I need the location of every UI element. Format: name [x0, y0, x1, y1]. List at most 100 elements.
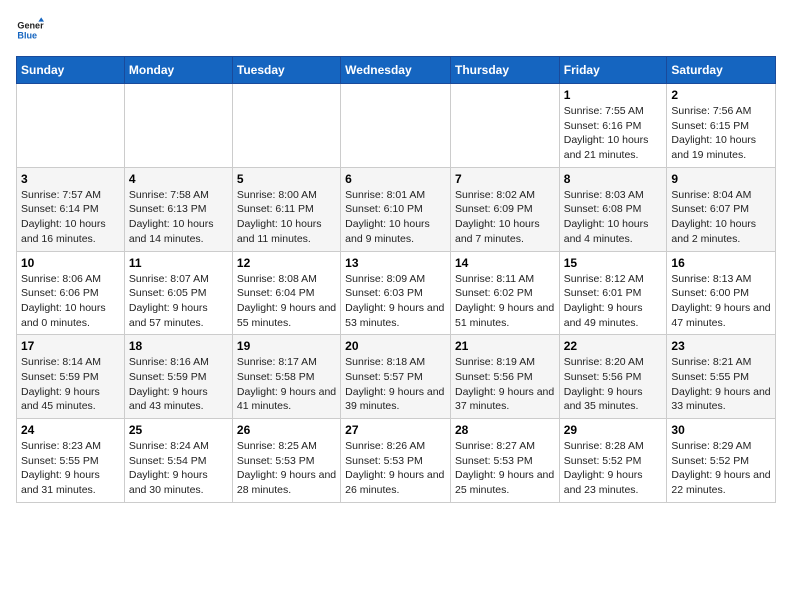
day-info: Sunrise: 8:24 AM Sunset: 5:54 PM Dayligh…	[129, 439, 228, 498]
day-info: Sunrise: 8:19 AM Sunset: 5:56 PM Dayligh…	[455, 355, 555, 414]
calendar-cell-17: 17 Sunrise: 8:14 AM Sunset: 5:59 PM Dayli…	[17, 335, 125, 419]
day-info: Sunrise: 8:01 AM Sunset: 6:10 PM Dayligh…	[345, 188, 446, 247]
day-info: Sunrise: 8:17 AM Sunset: 5:58 PM Dayligh…	[237, 355, 336, 414]
day-number: 5	[237, 172, 336, 186]
day-info: Sunrise: 8:00 AM Sunset: 6:11 PM Dayligh…	[237, 188, 336, 247]
day-info: Sunrise: 8:20 AM Sunset: 5:56 PM Dayligh…	[564, 355, 663, 414]
day-number: 1	[564, 88, 663, 102]
day-info: Sunrise: 8:08 AM Sunset: 6:04 PM Dayligh…	[237, 272, 336, 331]
day-info: Sunrise: 8:13 AM Sunset: 6:00 PM Dayligh…	[671, 272, 771, 331]
day-number: 4	[129, 172, 228, 186]
calendar-cell-14: 14 Sunrise: 8:11 AM Sunset: 6:02 PM Dayli…	[450, 251, 559, 335]
calendar-cell-22: 22 Sunrise: 8:20 AM Sunset: 5:56 PM Dayli…	[559, 335, 667, 419]
calendar-cell-26: 26 Sunrise: 8:25 AM Sunset: 5:53 PM Dayli…	[232, 419, 340, 503]
day-number: 8	[564, 172, 663, 186]
day-info: Sunrise: 8:21 AM Sunset: 5:55 PM Dayligh…	[671, 355, 771, 414]
day-info: Sunrise: 7:55 AM Sunset: 6:16 PM Dayligh…	[564, 104, 663, 163]
calendar-cell-13: 13 Sunrise: 8:09 AM Sunset: 6:03 PM Dayli…	[341, 251, 451, 335]
day-number: 15	[564, 256, 663, 270]
day-info: Sunrise: 8:07 AM Sunset: 6:05 PM Dayligh…	[129, 272, 228, 331]
day-info: Sunrise: 8:29 AM Sunset: 5:52 PM Dayligh…	[671, 439, 771, 498]
day-number: 7	[455, 172, 555, 186]
svg-text:Blue: Blue	[17, 30, 37, 40]
calendar-cell-12: 12 Sunrise: 8:08 AM Sunset: 6:04 PM Dayli…	[232, 251, 340, 335]
calendar-cell-24: 24 Sunrise: 8:23 AM Sunset: 5:55 PM Dayli…	[17, 419, 125, 503]
calendar-cell-empty	[341, 84, 451, 168]
calendar-cell-20: 20 Sunrise: 8:18 AM Sunset: 5:57 PM Dayli…	[341, 335, 451, 419]
calendar-cell-28: 28 Sunrise: 8:27 AM Sunset: 5:53 PM Dayli…	[450, 419, 559, 503]
day-info: Sunrise: 8:28 AM Sunset: 5:52 PM Dayligh…	[564, 439, 663, 498]
calendar-cell-30: 30 Sunrise: 8:29 AM Sunset: 5:52 PM Dayli…	[667, 419, 776, 503]
calendar-cell-5: 5 Sunrise: 8:00 AM Sunset: 6:11 PM Daylig…	[232, 167, 340, 251]
day-number: 21	[455, 339, 555, 353]
day-info: Sunrise: 8:26 AM Sunset: 5:53 PM Dayligh…	[345, 439, 446, 498]
logo: General Blue	[16, 16, 48, 44]
day-info: Sunrise: 8:27 AM Sunset: 5:53 PM Dayligh…	[455, 439, 555, 498]
day-info: Sunrise: 8:14 AM Sunset: 5:59 PM Dayligh…	[21, 355, 120, 414]
day-number: 11	[129, 256, 228, 270]
day-info: Sunrise: 8:23 AM Sunset: 5:55 PM Dayligh…	[21, 439, 120, 498]
day-number: 26	[237, 423, 336, 437]
calendar-cell-empty	[450, 84, 559, 168]
day-number: 20	[345, 339, 446, 353]
calendar-cell-19: 19 Sunrise: 8:17 AM Sunset: 5:58 PM Dayli…	[232, 335, 340, 419]
day-number: 6	[345, 172, 446, 186]
day-info: Sunrise: 7:57 AM Sunset: 6:14 PM Dayligh…	[21, 188, 120, 247]
calendar-cell-27: 27 Sunrise: 8:26 AM Sunset: 5:53 PM Dayli…	[341, 419, 451, 503]
day-number: 14	[455, 256, 555, 270]
calendar-cell-3: 3 Sunrise: 7:57 AM Sunset: 6:14 PM Daylig…	[17, 167, 125, 251]
weekday-header-saturday: Saturday	[667, 57, 776, 84]
day-info: Sunrise: 8:03 AM Sunset: 6:08 PM Dayligh…	[564, 188, 663, 247]
calendar-cell-7: 7 Sunrise: 8:02 AM Sunset: 6:09 PM Daylig…	[450, 167, 559, 251]
day-number: 25	[129, 423, 228, 437]
day-number: 28	[455, 423, 555, 437]
calendar-cell-empty	[232, 84, 340, 168]
day-info: Sunrise: 8:11 AM Sunset: 6:02 PM Dayligh…	[455, 272, 555, 331]
day-info: Sunrise: 8:25 AM Sunset: 5:53 PM Dayligh…	[237, 439, 336, 498]
day-info: Sunrise: 8:09 AM Sunset: 6:03 PM Dayligh…	[345, 272, 446, 331]
day-info: Sunrise: 7:58 AM Sunset: 6:13 PM Dayligh…	[129, 188, 228, 247]
day-number: 23	[671, 339, 771, 353]
day-number: 9	[671, 172, 771, 186]
calendar-cell-16: 16 Sunrise: 8:13 AM Sunset: 6:00 PM Dayli…	[667, 251, 776, 335]
day-number: 30	[671, 423, 771, 437]
svg-text:General: General	[17, 21, 44, 31]
day-info: Sunrise: 7:56 AM Sunset: 6:15 PM Dayligh…	[671, 104, 771, 163]
day-info: Sunrise: 8:06 AM Sunset: 6:06 PM Dayligh…	[21, 272, 120, 331]
weekday-header-friday: Friday	[559, 57, 667, 84]
day-number: 13	[345, 256, 446, 270]
day-info: Sunrise: 8:04 AM Sunset: 6:07 PM Dayligh…	[671, 188, 771, 247]
day-number: 3	[21, 172, 120, 186]
calendar-cell-6: 6 Sunrise: 8:01 AM Sunset: 6:10 PM Daylig…	[341, 167, 451, 251]
general-blue-logo-icon: General Blue	[16, 16, 44, 44]
calendar-cell-1: 1 Sunrise: 7:55 AM Sunset: 6:16 PM Daylig…	[559, 84, 667, 168]
calendar-cell-18: 18Sunrise: 8:16 AM Sunset: 5:59 PM Dayli…	[124, 335, 232, 419]
day-number: 22	[564, 339, 663, 353]
calendar-cell-15: 15Sunrise: 8:12 AM Sunset: 6:01 PM Dayli…	[559, 251, 667, 335]
calendar-cell-2: 2 Sunrise: 7:56 AM Sunset: 6:15 PM Daylig…	[667, 84, 776, 168]
calendar-cell-empty	[124, 84, 232, 168]
day-info: Sunrise: 8:18 AM Sunset: 5:57 PM Dayligh…	[345, 355, 446, 414]
calendar-cell-empty	[17, 84, 125, 168]
weekday-header-wednesday: Wednesday	[341, 57, 451, 84]
calendar-cell-9: 9 Sunrise: 8:04 AM Sunset: 6:07 PM Daylig…	[667, 167, 776, 251]
calendar-cell-4: 4 Sunrise: 7:58 AM Sunset: 6:13 PM Daylig…	[124, 167, 232, 251]
calendar-cell-21: 21 Sunrise: 8:19 AM Sunset: 5:56 PM Dayli…	[450, 335, 559, 419]
weekday-header-monday: Monday	[124, 57, 232, 84]
day-number: 2	[671, 88, 771, 102]
day-number: 18	[129, 339, 228, 353]
day-number: 19	[237, 339, 336, 353]
day-number: 10	[21, 256, 120, 270]
day-info: Sunrise: 8:02 AM Sunset: 6:09 PM Dayligh…	[455, 188, 555, 247]
day-number: 16	[671, 256, 771, 270]
day-number: 24	[21, 423, 120, 437]
weekday-header-tuesday: Tuesday	[232, 57, 340, 84]
day-number: 17	[21, 339, 120, 353]
calendar-cell-11: 11 Sunrise: 8:07 AM Sunset: 6:05 PM Dayli…	[124, 251, 232, 335]
day-number: 27	[345, 423, 446, 437]
calendar-table: SundayMondayTuesdayWednesdayThursdayFrid…	[16, 56, 776, 503]
calendar-cell-8: 8 Sunrise: 8:03 AM Sunset: 6:08 PM Daylig…	[559, 167, 667, 251]
calendar-cell-25: 25 Sunrise: 8:24 AM Sunset: 5:54 PM Dayli…	[124, 419, 232, 503]
calendar-cell-29: 29Sunrise: 8:28 AM Sunset: 5:52 PM Dayli…	[559, 419, 667, 503]
day-number: 12	[237, 256, 336, 270]
